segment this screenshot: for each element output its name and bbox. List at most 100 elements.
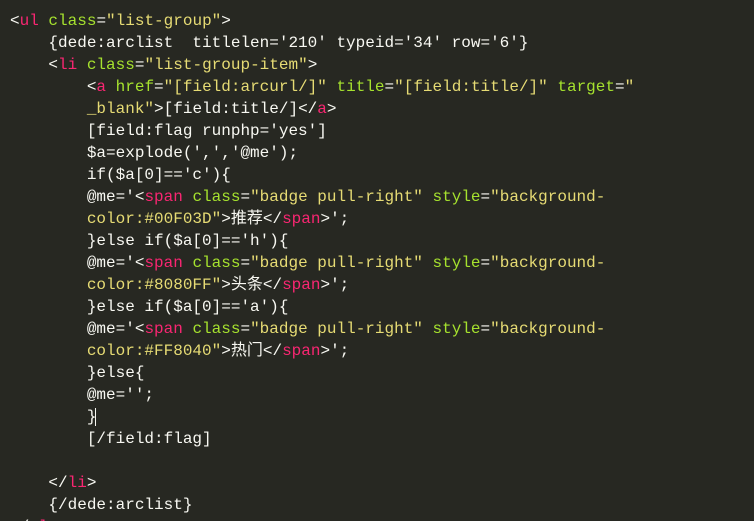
token-str: "badge pull-right" <box>250 254 423 272</box>
token-plain: [/field:flag] <box>87 430 212 448</box>
code-line[interactable]: color:#00F03D">推荐</span>'; <box>10 208 744 230</box>
token-punct: = <box>385 78 395 96</box>
code-line[interactable]: [/field:flag] <box>10 428 744 450</box>
token-punct: > <box>154 100 164 118</box>
token-punct: </ <box>263 210 282 228</box>
token-str: color:#FF8040" <box>87 342 221 360</box>
token-str: "badge pull-right" <box>250 188 423 206</box>
token-plain: [field:title/] <box>164 100 298 118</box>
token-tag: span <box>144 320 182 338</box>
token-plain <box>39 12 49 30</box>
token-str: "background- <box>490 254 605 272</box>
token-plain: 推荐 <box>231 210 263 228</box>
token-punct: < <box>135 254 145 272</box>
code-line[interactable]: </li> <box>10 472 744 494</box>
code-line[interactable]: [field:flag runphp='yes'] <box>10 120 744 142</box>
token-tag: span <box>144 188 182 206</box>
token-attr: class <box>48 12 96 30</box>
token-punct: </ <box>263 342 282 360</box>
token-plain: $a=explode(',','@me'); <box>87 144 298 162</box>
token-punct: > <box>221 12 231 30</box>
token-punct: = <box>240 254 250 272</box>
token-attr: href <box>116 78 154 96</box>
token-punct: > <box>327 100 337 118</box>
token-tag: span <box>282 210 320 228</box>
token-punct: = <box>240 320 250 338</box>
code-line[interactable]: {dede:arclist titlelen='210' typeid='34'… <box>10 32 744 54</box>
token-plain: {/dede:arclist} <box>48 496 192 514</box>
token-plain: '; <box>330 342 349 360</box>
token-str: "[field:title/]" <box>394 78 548 96</box>
token-attr: class <box>192 254 240 272</box>
code-line[interactable]: @me='<span class="badge pull-right" styl… <box>10 318 744 340</box>
code-line[interactable]: _blank">[field:title/]</a> <box>10 98 744 120</box>
code-line[interactable]: @me=''; <box>10 384 744 406</box>
token-plain <box>423 254 433 272</box>
token-tag: ul <box>20 12 39 30</box>
token-punct: > <box>221 210 231 228</box>
token-punct: < <box>48 56 58 74</box>
token-str: "background- <box>490 188 605 206</box>
token-plain <box>548 78 558 96</box>
code-line[interactable]: }else if($a[0]=='h'){ <box>10 230 744 252</box>
token-tag: li <box>58 56 77 74</box>
token-plain: '; <box>330 276 349 294</box>
token-punct: = <box>481 320 491 338</box>
token-attr: style <box>433 188 481 206</box>
token-punct: > <box>221 276 231 294</box>
token-punct: = <box>240 188 250 206</box>
token-punct: = <box>135 56 145 74</box>
code-line[interactable]: } <box>10 406 744 428</box>
token-tag: li <box>68 474 87 492</box>
token-str: "list-group" <box>106 12 221 30</box>
token-plain <box>423 188 433 206</box>
token-punct: = <box>96 12 106 30</box>
token-plain: 热门 <box>231 342 263 360</box>
token-plain: }else if($a[0]=='h'){ <box>87 232 289 250</box>
token-punct: > <box>320 210 330 228</box>
token-plain: @me=' <box>87 320 135 338</box>
token-str: " <box>625 78 635 96</box>
code-line[interactable]: <ul class="list-group"> <box>10 10 744 32</box>
token-attr: title <box>337 78 385 96</box>
token-punct: = <box>615 78 625 96</box>
token-str: "[field:arcurl/]" <box>164 78 327 96</box>
code-line[interactable]: @me='<span class="badge pull-right" styl… <box>10 186 744 208</box>
token-str: color:#00F03D" <box>87 210 221 228</box>
token-punct: </ <box>298 100 317 118</box>
code-line[interactable]: <a href="[field:arcurl/]" title="[field:… <box>10 76 744 98</box>
code-line[interactable]: color:#FF8040">热门</span>'; <box>10 340 744 362</box>
code-line[interactable]: }else{ <box>10 362 744 384</box>
code-editor[interactable]: <ul class="list-group"> {dede:arclist ti… <box>0 0 754 521</box>
code-line[interactable]: if($a[0]=='c'){ <box>10 164 744 186</box>
token-tag: a <box>317 100 327 118</box>
token-str: _blank" <box>87 100 154 118</box>
token-plain: {dede:arclist titlelen='210' typeid='34'… <box>48 34 528 52</box>
token-plain <box>183 254 193 272</box>
token-plain: @me=' <box>87 188 135 206</box>
code-line[interactable]: $a=explode(',','@me'); <box>10 142 744 164</box>
token-plain <box>423 320 433 338</box>
token-punct: < <box>135 320 145 338</box>
token-punct: < <box>10 12 20 30</box>
code-line[interactable]: }else if($a[0]=='a'){ <box>10 296 744 318</box>
token-str: color:#8080FF" <box>87 276 221 294</box>
token-plain: }else if($a[0]=='a'){ <box>87 298 289 316</box>
token-punct: = <box>481 254 491 272</box>
code-line[interactable]: </ul> <box>10 516 744 521</box>
token-punct: = <box>481 188 491 206</box>
code-line[interactable] <box>10 450 744 472</box>
token-punct: < <box>87 78 97 96</box>
token-punct: > <box>87 474 97 492</box>
code-line[interactable]: @me='<span class="badge pull-right" styl… <box>10 252 744 274</box>
token-attr: class <box>192 188 240 206</box>
token-plain: if($a[0]=='c'){ <box>87 166 231 184</box>
token-attr: style <box>433 320 481 338</box>
code-line[interactable]: color:#8080FF">头条</span>'; <box>10 274 744 296</box>
token-punct: = <box>154 78 164 96</box>
code-line[interactable]: <li class="list-group-item"> <box>10 54 744 76</box>
token-punct: </ <box>263 276 282 294</box>
token-punct: > <box>320 276 330 294</box>
code-line[interactable]: {/dede:arclist} <box>10 494 744 516</box>
token-punct: > <box>221 342 231 360</box>
